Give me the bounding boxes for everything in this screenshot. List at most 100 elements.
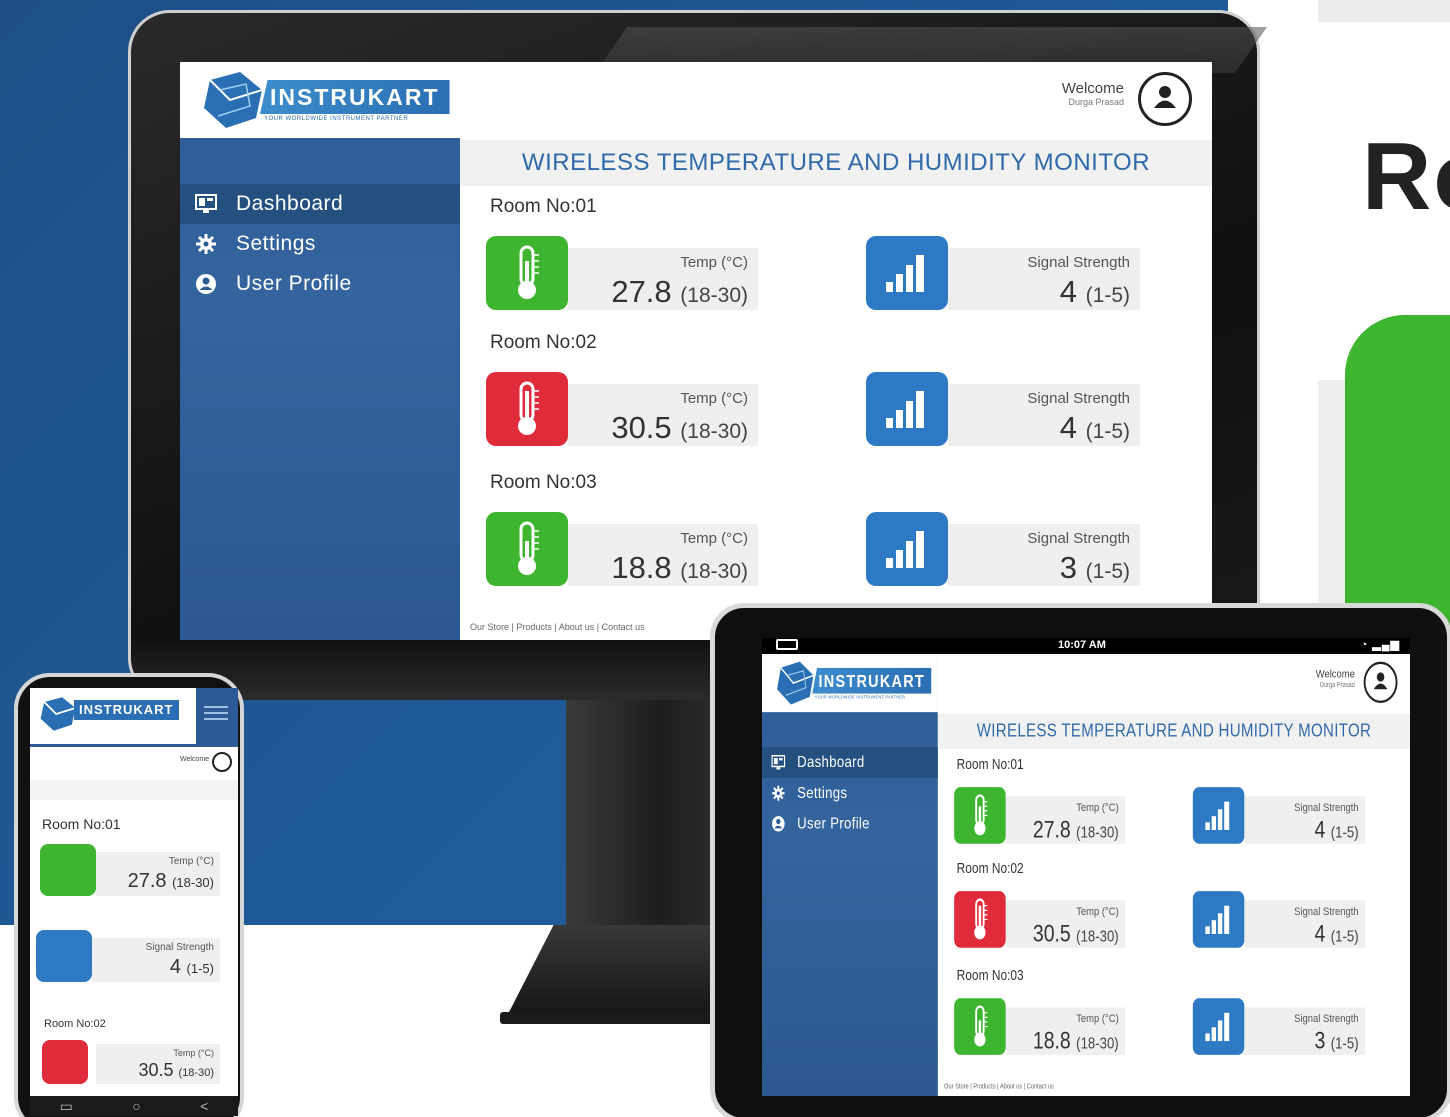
temperature-panel: Temp (°C) 30.5 (18-30) xyxy=(1005,900,1125,948)
temp-value: 30.5 xyxy=(611,410,672,445)
page-title: WIRELESS TEMPERATURE AND HUMIDITY MONITO… xyxy=(460,140,1212,186)
temp-range: (18-30) xyxy=(1076,1034,1119,1053)
sidebar-item-dashboard[interactable]: Dashboard xyxy=(180,184,460,224)
menu-button[interactable] xyxy=(196,688,238,744)
user-name: Durga Prasad xyxy=(1068,97,1124,107)
signal-panel: Signal Strength 4 (1-5) xyxy=(1244,900,1365,948)
signal-tile[interactable]: Signal Strength 4 (1-5) xyxy=(1192,787,1365,848)
signal-value: 3 xyxy=(1059,550,1078,585)
sidebar-item-user-profile[interactable]: User Profile xyxy=(180,264,460,304)
signal-label: Signal Strength xyxy=(145,942,214,953)
temp-value-row: 27.8 (18-30) xyxy=(1033,816,1119,844)
avatar[interactable] xyxy=(1138,72,1192,126)
logo-name: INSTRUKART xyxy=(812,667,932,694)
status-time: 10:07 AM xyxy=(1058,639,1106,651)
signal-tile[interactable]: Signal Strength 4 (1-5) xyxy=(866,236,1140,316)
user-avatar-icon xyxy=(1154,86,1176,108)
user-avatar-icon xyxy=(1373,672,1388,690)
room-title: Room No:03 xyxy=(956,967,1024,984)
temp-range: (18-30) xyxy=(680,560,748,583)
signal-range: (1-5) xyxy=(186,961,214,976)
temp-label: Temp (°C) xyxy=(168,856,214,867)
signal-label: Signal Strength xyxy=(1027,390,1130,407)
signal-bars-icon xyxy=(866,236,948,310)
sidebar-item-user-profile[interactable]: User Profile xyxy=(762,809,938,840)
signal-bars-icon xyxy=(1192,891,1245,948)
temperature-tile[interactable]: Temp (°C) 27.8 (18-30) xyxy=(954,787,1125,848)
sidebar-item-dashboard[interactable]: Dashboard xyxy=(762,747,938,778)
signal-panel: Signal Strength 3 (1-5) xyxy=(948,524,1140,586)
sidebar-item-settings[interactable]: Settings xyxy=(762,778,938,809)
footer-links[interactable]: Our Store | Products | About us | Contac… xyxy=(470,622,645,632)
signal-tile[interactable]: Signal Strength 3 (1-5) xyxy=(1192,998,1365,1059)
signal-label: Signal Strength xyxy=(1294,800,1359,814)
home-icon[interactable]: ○ xyxy=(132,1098,140,1114)
signal-range: (1-5) xyxy=(1330,823,1359,842)
dashboard-icon xyxy=(194,192,218,216)
logo[interactable]: INSTRUKART YOUR WORLDWIDE INSTRUMENT PAR… xyxy=(180,62,460,138)
temp-range: (18-30) xyxy=(172,875,214,890)
temperature-tile[interactable]: Temp (°C) 30.5 (18-30) xyxy=(486,372,758,452)
sidebar: INSTRUKART YOUR WORLDWIDE INSTRUMENT PAR… xyxy=(762,654,938,1096)
thermometer-icon xyxy=(40,844,96,896)
temperature-panel: Temp (°C) 18.8 (18-30) xyxy=(1005,1007,1125,1055)
signal-tile[interactable]: Signal Strength 4 (1-5) xyxy=(1192,891,1365,952)
temp-label: Temp (°C) xyxy=(1076,800,1119,814)
temp-value: 27.8 xyxy=(611,274,672,309)
gear-icon xyxy=(194,232,218,256)
logo-icon xyxy=(40,697,76,731)
logo[interactable]: INSTRUKART YOUR WORLDWIDE INSTRUMENT PAR… xyxy=(762,654,938,713)
signal-value: 4 xyxy=(1059,410,1078,445)
temp-value: 18.8 xyxy=(1032,1027,1071,1055)
temp-value-row: 30.5 (18-30) xyxy=(611,410,748,446)
temp-label: Temp (°C) xyxy=(173,1048,214,1058)
sidebar-item-settings[interactable]: Settings xyxy=(180,224,460,264)
signal-label: Signal Strength xyxy=(1294,1012,1359,1026)
avatar[interactable] xyxy=(212,752,232,772)
sidebar-nav: Dashboard Settings User Profile xyxy=(762,747,938,839)
signal-value-row: 4 (1-5) xyxy=(1060,274,1130,310)
logo-icon xyxy=(777,661,814,705)
signal-value: 3 xyxy=(1314,1027,1326,1055)
signal-value-row: 3 (1-5) xyxy=(1315,1027,1359,1055)
welcome-block: Welcome Durga Prasad xyxy=(1316,668,1355,689)
temperature-tile[interactable]: Temp (°C) 18.8 (18-30) xyxy=(486,512,758,592)
sidebar-item-label: User Profile xyxy=(797,814,870,833)
temp-value-row: 18.8 (18-30) xyxy=(1033,1027,1119,1055)
temp-label: Temp (°C) xyxy=(1076,904,1119,918)
phone-screen: INSTRUKART Welcome Room No:01 Temp (°C) … xyxy=(30,688,238,1096)
signal-tile[interactable]: Signal Strength 4 (1-5) xyxy=(866,372,1140,452)
signal-label: Signal Strength xyxy=(1027,530,1130,547)
temperature-panel[interactable]: Temp (°C) 27.8 (18-30) xyxy=(96,852,220,896)
signal-panel[interactable]: Signal Strength 4 (1-5) xyxy=(92,938,220,982)
footer-links[interactable]: Our Store | Products | About us | Contac… xyxy=(944,1082,1054,1090)
temp-value-row: 18.8 (18-30) xyxy=(611,550,748,586)
temperature-tile[interactable]: Temp (°C) 18.8 (18-30) xyxy=(954,998,1125,1059)
back-icon[interactable]: < xyxy=(200,1098,208,1114)
gear-icon xyxy=(771,784,786,802)
signal-value-row: 3 (1-5) xyxy=(1060,550,1130,586)
temperature-tile[interactable]: Temp (°C) 27.8 (18-30) xyxy=(486,236,758,316)
background-green-block xyxy=(1345,315,1450,645)
room-title: Room No:03 xyxy=(490,472,597,493)
temp-range: (18-30) xyxy=(680,284,748,307)
avatar[interactable] xyxy=(1363,661,1398,703)
header-divider xyxy=(30,744,238,747)
temperature-tile[interactable]: Temp (°C) 30.5 (18-30) xyxy=(954,891,1125,952)
signal-label: Signal Strength xyxy=(1027,254,1130,271)
signal-tile[interactable]: Signal Strength 3 (1-5) xyxy=(866,512,1140,592)
recent-apps-icon[interactable]: ▭ xyxy=(60,1098,73,1115)
user-icon xyxy=(194,272,218,296)
sidebar-item-label: Settings xyxy=(236,232,316,255)
signal-range: (1-5) xyxy=(1330,927,1359,946)
signal-bars-icon xyxy=(36,930,92,982)
temperature-panel: Temp (°C) 27.8 (18-30) xyxy=(1005,796,1125,844)
temperature-panel[interactable]: Temp (°C) 30.5 (18-30) xyxy=(96,1044,220,1084)
temp-value: 30.5 xyxy=(1032,920,1071,947)
sidebar-item-label: Dashboard xyxy=(797,753,865,772)
temp-value: 27.8 xyxy=(1032,816,1071,843)
signal-panel: Signal Strength 4 (1-5) xyxy=(948,384,1140,446)
sidebar-nav: Dashboard Settings User Profile xyxy=(180,184,460,304)
temp-label: Temp (°C) xyxy=(1076,1012,1119,1026)
hamburger-icon xyxy=(204,706,228,708)
